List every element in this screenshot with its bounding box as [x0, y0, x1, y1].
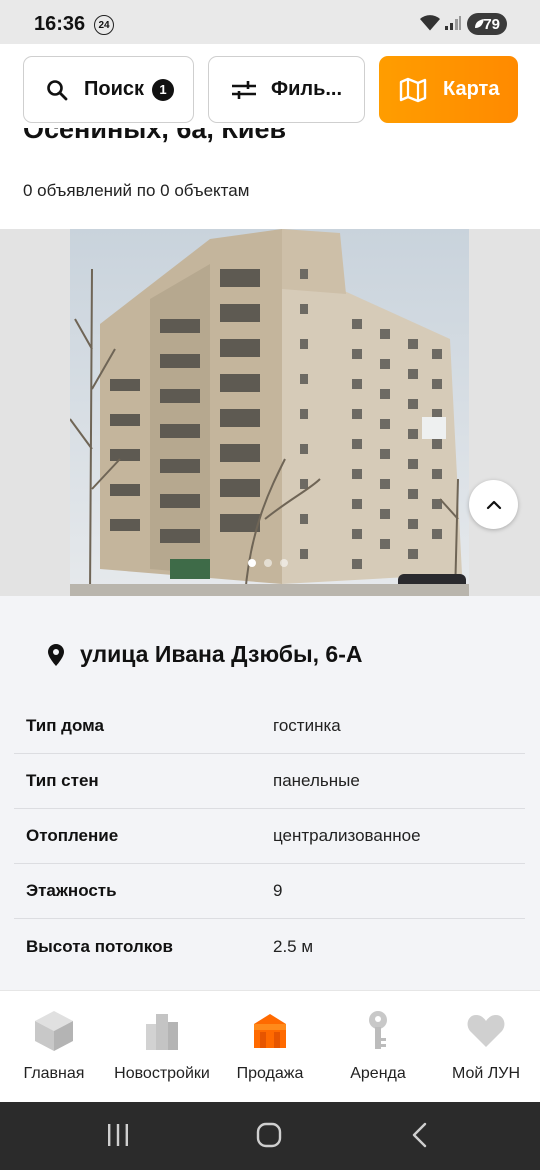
spec-key: Этажность — [26, 881, 117, 900]
spec-value: гостинка — [273, 716, 341, 735]
house-sale-icon — [254, 1014, 286, 1048]
spec-row: Высота потолков 2.5 м — [14, 919, 525, 974]
listing-title-text: Осениных, 6а, Киев — [23, 128, 287, 144]
bottom-navigation: Главная Новостройки Продажа Аренда Мой Л… — [0, 990, 540, 1102]
spec-value: панельные — [273, 771, 360, 790]
search-count-badge: 1 — [152, 78, 175, 101]
battery-indicator: 79 — [467, 13, 507, 35]
building-photo — [70, 229, 469, 596]
carousel-dot[interactable] — [264, 559, 272, 567]
back-icon[interactable] — [410, 1122, 430, 1148]
spec-value: 2.5 м — [273, 936, 314, 956]
buildings-icon — [146, 1014, 178, 1050]
carousel-dot[interactable] — [248, 559, 256, 567]
nav-new-buildings-label: Новостройки — [114, 1065, 210, 1082]
battery-level: 79 — [483, 15, 500, 33]
status-time: 16:36 — [34, 13, 86, 35]
nav-my-lun[interactable]: Мой ЛУН — [432, 991, 540, 1103]
nav-rent-label: Аренда — [350, 1065, 406, 1082]
system-navigation-bar — [0, 1102, 540, 1170]
nav-sale-label: Продажа — [236, 1065, 304, 1082]
address-line: улица Ивана Дзюбы, 6-А — [48, 641, 363, 668]
spec-key: Тип дома — [26, 716, 104, 735]
building-specs-table: Тип дома гостинка Тип стен панельные Ото… — [14, 699, 525, 974]
address-text: улица Ивана Дзюбы, 6-А — [80, 641, 363, 667]
nav-home[interactable]: Главная — [0, 991, 108, 1103]
search-icon — [47, 79, 68, 100]
status-bar: 16:36 24 79 — [0, 0, 540, 44]
spec-row: Тип дома гостинка — [14, 699, 525, 754]
wifi-icon — [420, 15, 440, 31]
spec-value: 9 — [273, 881, 283, 900]
carousel-dot[interactable] — [280, 559, 288, 567]
map-icon — [399, 77, 427, 102]
filter-button-label: Филь... — [271, 78, 343, 100]
cube-icon — [35, 1011, 73, 1051]
home-icon[interactable] — [256, 1122, 282, 1148]
battery-saver-icon — [475, 19, 484, 28]
scroll-up-button[interactable] — [469, 480, 518, 529]
spec-key: Тип стен — [26, 771, 99, 790]
chevron-up-icon — [486, 500, 501, 509]
building-info-panel: улица Ивана Дзюбы, 6-А Тип дома гостинка… — [0, 596, 540, 990]
nav-my-lun-label: Мой ЛУН — [451, 1065, 520, 1082]
top-action-bar: Поиск 1 Филь... Карта — [0, 44, 540, 134]
listing-subtitle: 0 объявлений по 0 объектам — [23, 181, 250, 200]
map-button-label: Карта — [443, 78, 500, 100]
nav-sale[interactable]: Продажа — [216, 991, 324, 1103]
signal-icon — [445, 16, 461, 30]
spec-row: Этажность 9 — [14, 864, 525, 919]
nav-new-buildings[interactable]: Новостройки — [108, 991, 216, 1103]
spec-row: Отопление централизованное — [14, 809, 525, 864]
spec-row: Тип стен панельные — [14, 754, 525, 809]
map-button[interactable]: Карта — [379, 56, 518, 123]
spec-key: Отопление — [26, 826, 119, 845]
nav-home-label: Главная — [23, 1065, 85, 1082]
listing-title: Осениных, 6а, Киев — [23, 128, 523, 154]
carousel-dots — [248, 559, 288, 567]
filter-sliders-icon — [232, 80, 256, 99]
heart-icon — [467, 1015, 505, 1047]
spec-value: централизованное — [273, 826, 421, 845]
location-pin-icon — [48, 643, 64, 666]
nav-rent[interactable]: Аренда — [324, 991, 432, 1103]
filter-button[interactable]: Филь... — [208, 56, 365, 123]
photo-carousel[interactable] — [0, 229, 540, 596]
recent-apps-icon[interactable] — [106, 1122, 130, 1148]
key-icon — [369, 1011, 387, 1049]
notification-badge: 24 — [94, 15, 114, 35]
search-button-label: Поиск — [84, 78, 145, 100]
spec-key: Высота потолков — [26, 936, 173, 956]
search-button[interactable]: Поиск 1 — [23, 56, 194, 123]
